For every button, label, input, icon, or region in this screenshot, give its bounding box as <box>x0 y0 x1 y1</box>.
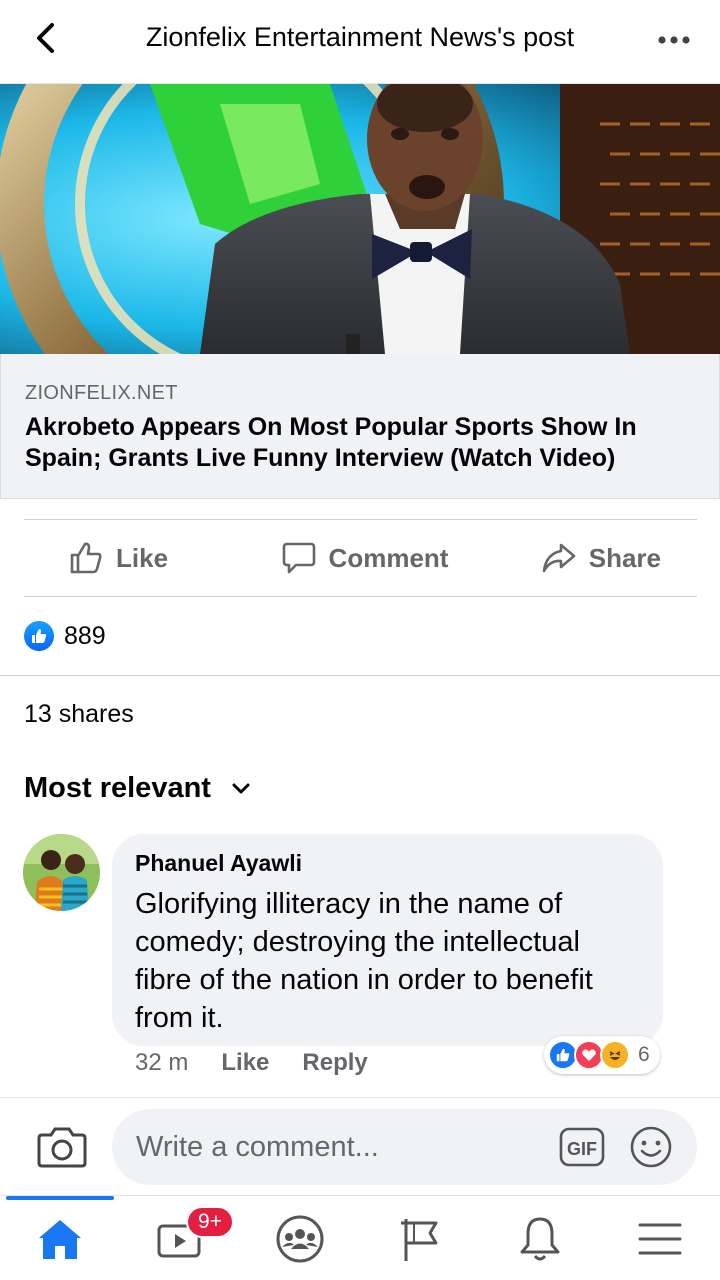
watch-notification-badge: 9+ <box>186 1206 234 1238</box>
nav-menu[interactable] <box>605 1196 715 1280</box>
like-reaction-icon <box>24 621 54 651</box>
notifications-bell-icon <box>520 1217 560 1260</box>
smiley-icon <box>630 1126 672 1168</box>
comment-time: 32 m <box>135 1049 189 1076</box>
comment-meta: 32 m Like Reply <box>135 1049 368 1077</box>
chevron-down-icon <box>232 783 250 793</box>
comment-reactions[interactable]: 6 <box>544 1036 660 1074</box>
share-count[interactable]: 13 shares <box>24 700 134 729</box>
comment-text: Glorifying illiteracy in the name of com… <box>135 888 593 1034</box>
like-button[interactable]: Like <box>24 520 266 596</box>
comment-label: Comment <box>328 542 449 573</box>
emoji-button[interactable] <box>629 1125 673 1169</box>
haha-icon <box>600 1040 630 1070</box>
link-domain: ZIONFELIX.NET <box>25 382 178 404</box>
comment-author[interactable]: Phanuel Ayawli <box>135 850 641 877</box>
comment-reply-button[interactable]: Reply <box>302 1049 367 1077</box>
home-icon <box>39 1219 81 1259</box>
thumbs-up-icon <box>70 542 102 574</box>
reaction-count: 889 <box>64 621 106 650</box>
link-title: Akrobeto Appears On Most Popular Sports … <box>25 413 637 472</box>
comment-bubble-icon <box>282 542 315 574</box>
divider <box>0 675 720 676</box>
top-bar: Zionfelix Entertainment News's post <box>0 0 720 84</box>
link-preview[interactable]: ZIONFELIX.NET Akrobeto Appears On Most P… <box>0 354 720 499</box>
more-options-button[interactable] <box>654 22 694 58</box>
avatar[interactable] <box>23 834 100 911</box>
comment-input[interactable]: Write a comment... GIF <box>112 1109 697 1185</box>
nav-home[interactable] <box>5 1196 115 1280</box>
share-arrow-icon <box>542 543 576 573</box>
post-image[interactable] <box>0 84 720 354</box>
gif-button[interactable]: GIF <box>559 1127 605 1167</box>
bottom-navigation <box>0 1195 720 1280</box>
share-label: Share <box>588 542 662 573</box>
sort-label: Most relevant <box>24 772 211 804</box>
comment-like-button[interactable]: Like <box>221 1049 269 1077</box>
like-label: Like <box>116 542 169 573</box>
comment-input-placeholder: Write a comment... <box>136 1131 379 1163</box>
menu-icon <box>638 1223 682 1254</box>
camera-button[interactable] <box>36 1124 88 1170</box>
comment-bubble[interactable]: Phanuel Ayawli Glorifying illiteracy in … <box>112 834 663 1046</box>
groups-icon <box>276 1215 324 1262</box>
reaction-summary[interactable]: 889 <box>24 619 106 653</box>
comment-sort-dropdown[interactable]: Most relevant <box>24 772 251 805</box>
nav-pages[interactable] <box>365 1196 475 1280</box>
page-title: Zionfelix Entertainment News's post <box>145 22 575 52</box>
camera-icon <box>37 1127 87 1168</box>
comment-composer: Write a comment... GIF <box>0 1097 720 1195</box>
svg-text:GIF: GIF <box>567 1139 597 1159</box>
post-actions: Like Comment Share <box>24 519 697 597</box>
comment-button[interactable]: Comment <box>266 520 464 596</box>
more-dots-icon <box>658 36 690 44</box>
gif-icon: GIF <box>559 1127 605 1167</box>
comment-reaction-count: 6 <box>638 1043 650 1066</box>
share-button[interactable]: Share <box>463 520 697 596</box>
pages-flag-icon <box>401 1218 438 1261</box>
nav-groups[interactable] <box>245 1196 355 1280</box>
nav-notifications[interactable] <box>485 1196 595 1280</box>
